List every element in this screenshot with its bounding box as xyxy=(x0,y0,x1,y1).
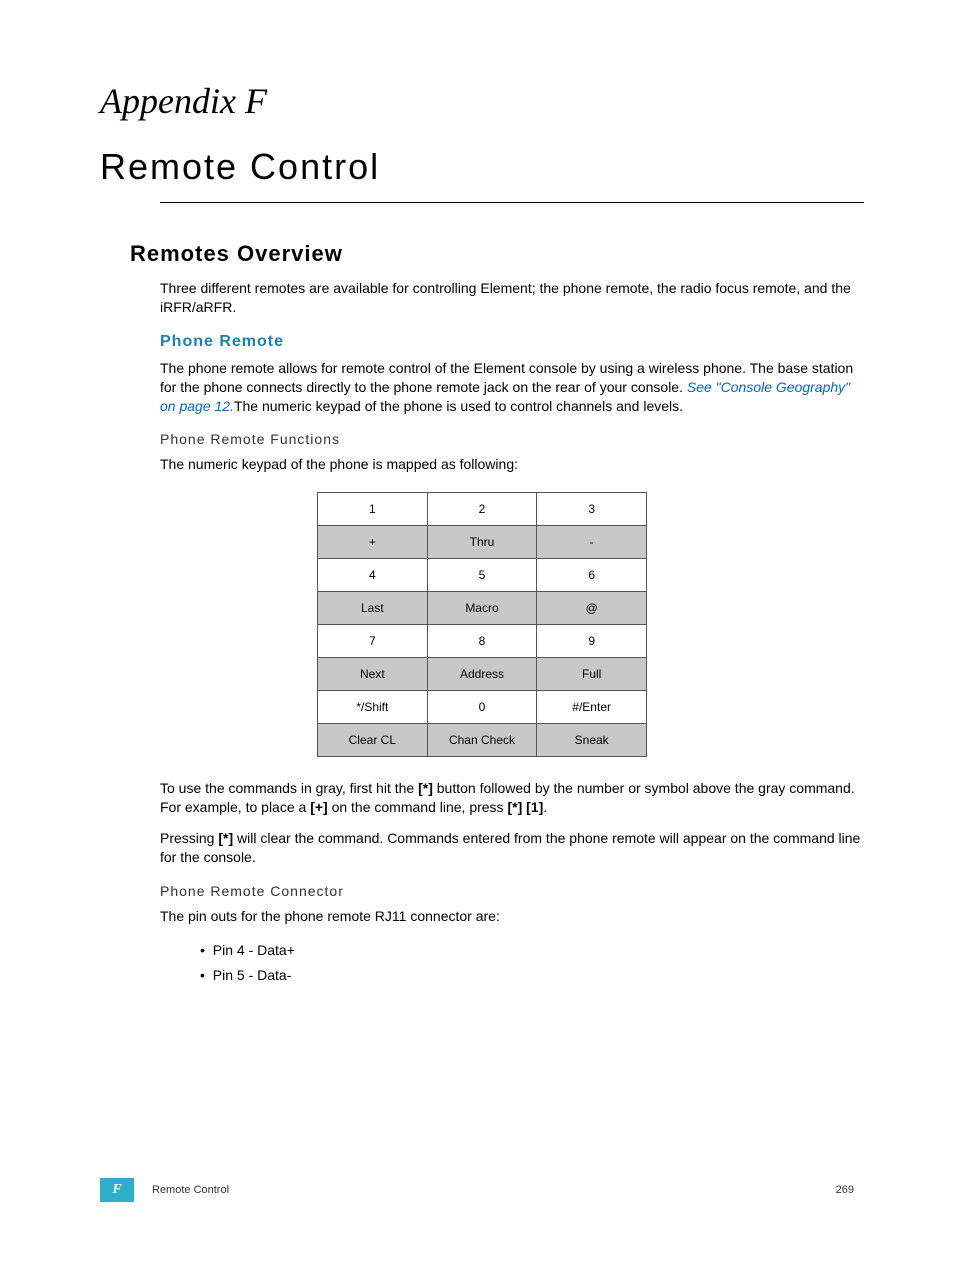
phone-remote-body: The phone remote allows for remote contr… xyxy=(160,359,864,416)
keypad-cell: Address xyxy=(427,658,537,691)
page-footer: F Remote Control 269 xyxy=(100,1178,854,1202)
keypad-cell: - xyxy=(537,526,647,559)
list-item: Pin 4 - Data+ xyxy=(200,938,864,963)
keypad-cell: 6 xyxy=(537,559,647,592)
footer-badge: F xyxy=(100,1178,134,1202)
keypad-cell: Chan Check xyxy=(427,724,537,757)
keypad-cell: #/Enter xyxy=(537,691,647,724)
phone-remote-body-post: The numeric keypad of the phone is used … xyxy=(234,398,683,414)
keypad-cell: Full xyxy=(537,658,647,691)
chapter-title: Remote Control xyxy=(100,146,864,194)
keypad-cell: Thru xyxy=(427,526,537,559)
key-star: [*] xyxy=(218,830,233,846)
footer-page-number: 269 xyxy=(836,1184,854,1196)
footer-section: Remote Control xyxy=(152,1184,229,1196)
usage-text: . xyxy=(543,799,547,815)
usage-text: on the command line, press xyxy=(328,799,508,815)
title-rule xyxy=(160,202,864,203)
keypad-cell: Sneak xyxy=(537,724,647,757)
usage-paragraph: To use the commands in gray, first hit t… xyxy=(160,779,864,817)
keypad-cell: 0 xyxy=(427,691,537,724)
list-item: Pin 5 - Data- xyxy=(200,963,864,988)
keypad-cell: Clear CL xyxy=(318,724,428,757)
overview-body: Three different remotes are available fo… xyxy=(160,279,864,317)
keypad-cell: Last xyxy=(318,592,428,625)
key-star: [*] xyxy=(418,780,433,796)
keypad-cell: Macro xyxy=(427,592,537,625)
key-star-one: [*] [1] xyxy=(507,799,543,815)
clear-post: will clear the command. Commands entered… xyxy=(160,830,860,865)
clear-pre: Pressing xyxy=(160,830,218,846)
keypad-cell: 5 xyxy=(427,559,537,592)
appendix-label: Appendix F xyxy=(100,80,864,122)
keypad-cell: @ xyxy=(537,592,647,625)
keypad-cell: 3 xyxy=(537,493,647,526)
pin-list: Pin 4 - Data+ Pin 5 - Data- xyxy=(200,938,864,988)
phone-remote-functions-heading: Phone Remote Functions xyxy=(160,431,864,447)
keypad-table: 123 +Thru- 456 LastMacro@789 NextAddressFull… xyxy=(317,492,647,757)
key-plus: [+] xyxy=(310,799,328,815)
keypad-cell: + xyxy=(318,526,428,559)
keypad-cell: 4 xyxy=(318,559,428,592)
keypad-cell: Next xyxy=(318,658,428,691)
keypad-cell: 7 xyxy=(318,625,428,658)
keypad-cell: 9 xyxy=(537,625,647,658)
clear-paragraph: Pressing [*] will clear the command. Com… xyxy=(160,829,864,867)
usage-text: To use the commands in gray, first hit t… xyxy=(160,780,418,796)
keypad-cell: 1 xyxy=(318,493,428,526)
keypad-cell: */Shift xyxy=(318,691,428,724)
section-overview-heading: Remotes Overview xyxy=(130,241,864,267)
phone-remote-heading: Phone Remote xyxy=(160,333,864,351)
keypad-cell: 2 xyxy=(427,493,537,526)
functions-intro: The numeric keypad of the phone is mappe… xyxy=(160,455,864,474)
phone-remote-connector-heading: Phone Remote Connector xyxy=(160,883,864,899)
connector-intro: The pin outs for the phone remote RJ11 c… xyxy=(160,907,864,926)
keypad-cell: 8 xyxy=(427,625,537,658)
